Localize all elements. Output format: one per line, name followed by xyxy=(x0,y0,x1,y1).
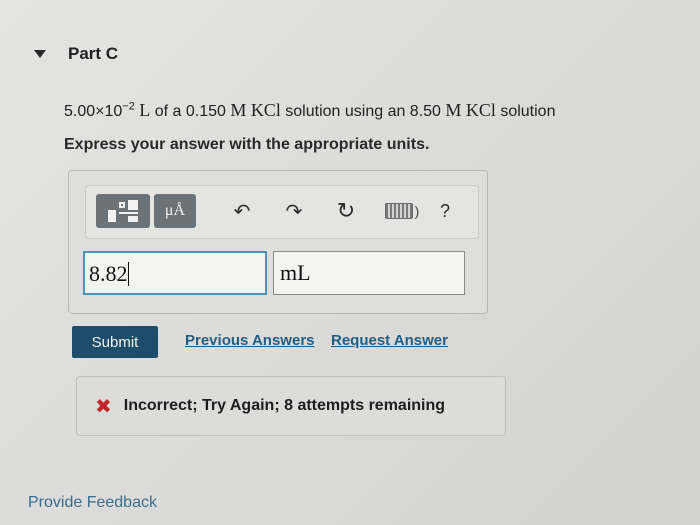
question-text: 5.00×10−2 L of a 0.150 M KCl solution us… xyxy=(64,100,555,121)
answer-unit: mL xyxy=(280,260,311,285)
question-compound-2: KCl xyxy=(465,100,496,120)
redo-icon[interactable]: ↷ xyxy=(280,196,308,226)
question-conc-unit-1: M xyxy=(230,100,247,120)
help-icon[interactable]: ? xyxy=(434,196,456,226)
question-conc-unit-2: M xyxy=(445,100,462,120)
text-cursor xyxy=(127,262,129,286)
answer-unit-input[interactable]: mL xyxy=(273,251,465,295)
question-compound-1: KCl xyxy=(250,100,281,120)
question-unit-l: L xyxy=(139,100,151,120)
incorrect-x-icon: ✖ xyxy=(95,395,112,418)
question-text-solution-using: solution using an 8.50 xyxy=(280,103,446,120)
undo-icon[interactable]: ↶ xyxy=(228,196,256,226)
answer-value: 8.82 xyxy=(89,261,128,286)
provide-feedback-link[interactable]: Provide Feedback xyxy=(28,494,157,512)
feedback-box: ✖ Incorrect; Try Again; 8 attempts remai… xyxy=(76,376,506,436)
instruction-text: Express your answer with the appropriate… xyxy=(64,136,430,153)
question-exponent: −2 xyxy=(122,100,135,113)
keyboard-icon xyxy=(384,203,413,219)
keyboard-shortcuts-icon[interactable]: ) xyxy=(382,196,422,226)
reset-icon[interactable]: ↻ xyxy=(332,196,360,226)
collapse-caret-icon[interactable] xyxy=(34,50,46,58)
answer-value-input[interactable]: 8.82 xyxy=(83,251,267,295)
templates-icon xyxy=(108,200,138,222)
keyboard-bracket: ) xyxy=(414,203,420,219)
units-button[interactable]: μÅ xyxy=(154,194,196,228)
previous-answers-link[interactable]: Previous Answers xyxy=(185,332,315,349)
part-header[interactable]: Part C xyxy=(34,44,118,64)
request-answer-link[interactable]: Request Answer xyxy=(331,332,448,349)
feedback-message: Incorrect; Try Again; 8 attempts remaini… xyxy=(123,397,446,414)
templates-button[interactable] xyxy=(96,194,150,228)
question-prefix: 5.00×10 xyxy=(64,103,123,120)
question-text-of-a: of a 0.150 xyxy=(150,103,231,120)
answer-box: μÅ ↶ ↷ ↻ ) ? 8.82 mL xyxy=(68,170,488,314)
part-title: Part C xyxy=(68,44,119,63)
equation-toolbar: μÅ ↶ ↷ ↻ ) ? xyxy=(85,185,479,239)
submit-button[interactable]: Submit xyxy=(72,326,158,358)
question-text-solution: solution xyxy=(495,103,556,120)
